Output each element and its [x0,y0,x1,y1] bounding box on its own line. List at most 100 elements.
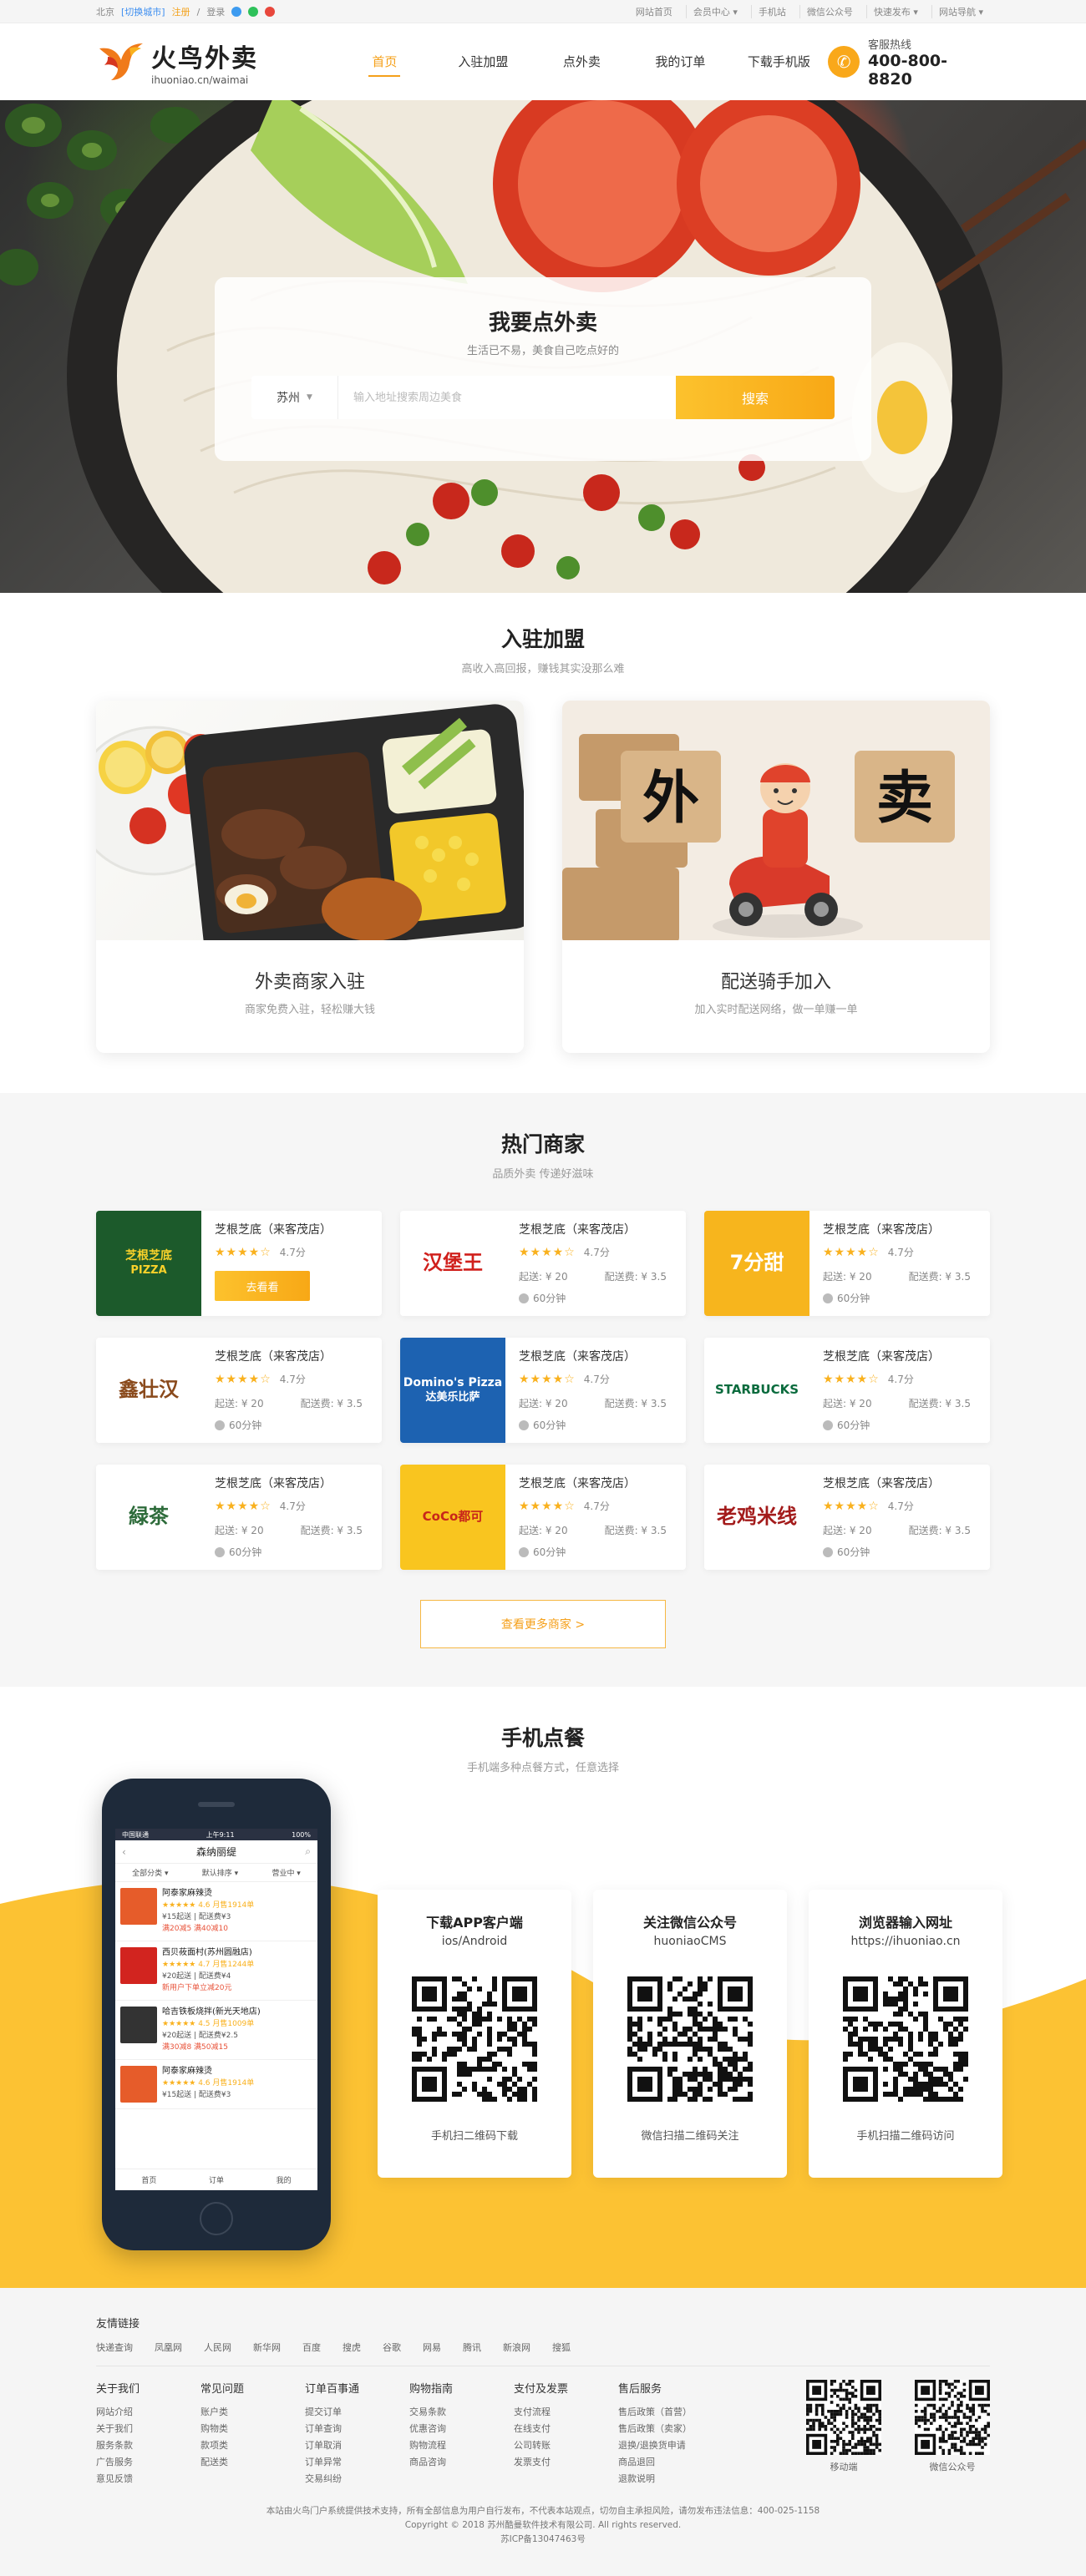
merchant-logo[interactable]: CoCo都可 [400,1465,505,1570]
merchant-name[interactable]: 芝根芝底（来客茂店） [519,1475,686,1491]
merchant-logo[interactable]: 老鸡米线 [704,1465,809,1570]
friend-link[interactable]: 百度 [302,2341,321,2354]
footer-link[interactable]: 账户类 [200,2404,305,2421]
hot-merchants-section: 热门商家 品质外卖 传递好滋味 芝根芝底 PIZZA 芝根芝底（来客茂店） ★★★★☆… [0,1093,1086,1687]
nav-my-orders[interactable]: 我的订单 [631,23,729,100]
footer-link[interactable]: 订单查询 [305,2421,409,2437]
merchant-card[interactable]: CoCo都可 芝根芝底（来客茂店） ★★★★☆ 4.7分 起送: ¥ 20 配送费: ¥ … [400,1465,686,1570]
go-see-button[interactable]: 去看看 [215,1271,310,1301]
merchant-name[interactable]: 芝根芝底（来客茂店） [823,1348,990,1364]
friend-link[interactable]: 谷歌 [383,2341,401,2354]
merchant-join-card[interactable]: 外卖商家入驻 商家免费入驻，轻松赚大钱 [96,701,524,1053]
footer-link[interactable]: 交易纠纷 [305,2471,409,2487]
wechat-icon[interactable] [248,7,259,17]
friend-link[interactable]: 快递查询 [96,2341,133,2354]
address-search-input[interactable] [338,376,676,419]
merchant-name[interactable]: 芝根芝底（来客茂店） [823,1221,990,1237]
footer-link[interactable]: 网站介绍 [96,2404,200,2421]
merchant-card[interactable]: 緑茶 芝根芝底（来客茂店） ★★★★☆ 4.7分 起送: ¥ 20 配送费: ¥ 3.5 6… [96,1465,382,1570]
friend-link[interactable]: 网易 [423,2341,441,2354]
qr-code-mobile[interactable] [806,2380,881,2455]
merchant-logo[interactable]: 汉堡王 [400,1211,505,1316]
qr-code-wechat[interactable] [627,1976,753,2102]
footer-link[interactable]: 商品咨询 [409,2454,514,2471]
footer-link[interactable]: 售后政策（卖家） [618,2421,723,2437]
merchant-logo[interactable]: Domino's Pizza 达美乐比萨 [400,1338,505,1443]
friend-link[interactable]: 搜狐 [552,2341,571,2354]
merchant-card[interactable]: 汉堡王 芝根芝底（来客茂店） ★★★★☆ 4.7分 起送: ¥ 20 配送费: ¥ 3.5… [400,1211,686,1316]
top-member-center-link[interactable]: 会员中心 ▾ [685,5,744,18]
qr-code-wechat-account[interactable] [915,2380,990,2455]
weibo-icon[interactable] [265,7,276,17]
nav-join[interactable]: 入驻加盟 [434,23,532,100]
merchant-name[interactable]: 芝根芝底（来客茂店） [519,1348,686,1364]
merchant-card[interactable]: STARBUCKS 芝根芝底（来客茂店） ★★★★☆ 4.7分 起送: ¥ 20 配送费:… [704,1338,990,1443]
qq-icon[interactable] [231,7,242,17]
merchant-card[interactable]: 鑫壮汉 芝根芝底（来客茂店） ★★★★☆ 4.7分 起送: ¥ 20 配送费: ¥ 3.5… [96,1338,382,1443]
footer-link[interactable]: 服务条款 [96,2437,200,2454]
footer-link[interactable]: 款项类 [200,2437,305,2454]
nav-download-app[interactable]: 下载手机版 [729,23,828,100]
merchant-card[interactable]: 老鸡米线 芝根芝底（来客茂店） ★★★★☆ 4.7分 起送: ¥ 20 配送费: ¥ 3.… [704,1465,990,1570]
merchant-card[interactable]: Domino's Pizza 达美乐比萨 芝根芝底（来客茂店） ★★★★☆ 4.7分 起送… [400,1338,686,1443]
footer-link[interactable]: 配送类 [200,2454,305,2471]
merchant-logo[interactable]: 緑茶 [96,1465,201,1570]
nav-home[interactable]: 首页 [335,23,434,100]
friend-link[interactable]: 搜虎 [343,2341,361,2354]
merchant-name[interactable]: 芝根芝底（来客茂店） [215,1475,382,1491]
search-card: 我要点外卖 生活已不易，美食自己吃点好的 苏州 ▼ 搜索 [215,277,871,461]
footer-link[interactable]: 优惠咨询 [409,2421,514,2437]
merchant-logo-text: CoCo都可 [422,1509,484,1525]
footer-link[interactable]: 在线支付 [514,2421,618,2437]
rider-join-card[interactable]: 外 卖 配送骑手加入 加入实时配送网络，做一单赚一单 [562,701,990,1053]
friend-link[interactable]: 新浪网 [503,2341,530,2354]
merchant-name[interactable]: 芝根芝底（来客茂店） [823,1475,990,1491]
footer-link[interactable]: 广告服务 [96,2454,200,2471]
footer-link[interactable]: 关于我们 [96,2421,200,2437]
merchant-logo[interactable]: STARBUCKS [704,1338,809,1443]
switch-city-link[interactable]: [切换城市] [121,5,165,18]
friend-link[interactable]: 新华网 [253,2341,281,2354]
search-button[interactable]: 搜索 [676,376,835,419]
friend-link[interactable]: 腾讯 [463,2341,481,2354]
merchant-name[interactable]: 芝根芝底（来客茂店） [215,1348,382,1364]
merchant-name[interactable]: 芝根芝底（来客茂店） [215,1221,382,1237]
merchant-name[interactable]: 芝根芝底（来客茂店） [519,1221,686,1237]
footer-link[interactable]: 购物流程 [409,2437,514,2454]
footer-link[interactable]: 提交订单 [305,2404,409,2421]
footer-link[interactable]: 支付流程 [514,2404,618,2421]
phone-home-button [200,2202,233,2235]
top-wechat-account-link[interactable]: 微信公众号 [799,5,860,18]
footer-link[interactable]: 购物类 [200,2421,305,2437]
login-link[interactable]: 登录 [206,5,225,18]
merchant-card[interactable]: 7分甜 芝根芝底（来客茂店） ★★★★☆ 4.7分 起送: ¥ 20 配送费: ¥ 3.5… [704,1211,990,1316]
city-select[interactable]: 苏州 ▼ [251,376,338,419]
current-city: 北京 [96,7,114,18]
merchant-logo[interactable]: 芝根芝底 PIZZA [96,1211,201,1316]
top-quick-post-link[interactable]: 快速发布 ▾ [865,5,925,18]
merchant-logo[interactable]: 鑫壮汉 [96,1338,201,1443]
footer-link[interactable]: 退款说明 [618,2471,723,2487]
more-merchants-button[interactable]: 查看更多商家 > [420,1600,666,1648]
friend-link[interactable]: 凤凰网 [155,2341,182,2354]
footer-link[interactable]: 交易条款 [409,2404,514,2421]
nav-order-food[interactable]: 点外卖 [532,23,631,100]
footer-link[interactable]: 意见反馈 [96,2471,200,2487]
top-mobile-site-link[interactable]: 手机站 [750,5,793,18]
footer-link[interactable]: 商品退回 [618,2454,723,2471]
merchant-card[interactable]: 芝根芝底 PIZZA 芝根芝底（来客茂店） ★★★★☆ 4.7分 去看看 [96,1211,382,1316]
top-home-link[interactable]: 网站首页 [629,5,679,18]
register-link[interactable]: 注册 [172,5,190,18]
qr-code-app[interactable] [412,1976,537,2102]
top-site-nav-link[interactable]: 网站导航 ▾ [931,5,990,18]
footer-link[interactable]: 公司转账 [514,2437,618,2454]
footer-link[interactable]: 售后政策（首营） [618,2404,723,2421]
qr-code-browser[interactable] [843,1976,968,2102]
footer-link[interactable]: 退换/退换货申请 [618,2437,723,2454]
merchant-logo[interactable]: 7分甜 [704,1211,809,1316]
brand-logo[interactable]: 火鸟外卖 ihuoniao.cn/waimai [96,38,335,86]
footer-link[interactable]: 订单取消 [305,2437,409,2454]
footer-link[interactable]: 发票支付 [514,2454,618,2471]
friend-link[interactable]: 人民网 [204,2341,231,2354]
footer-link[interactable]: 订单异常 [305,2454,409,2471]
